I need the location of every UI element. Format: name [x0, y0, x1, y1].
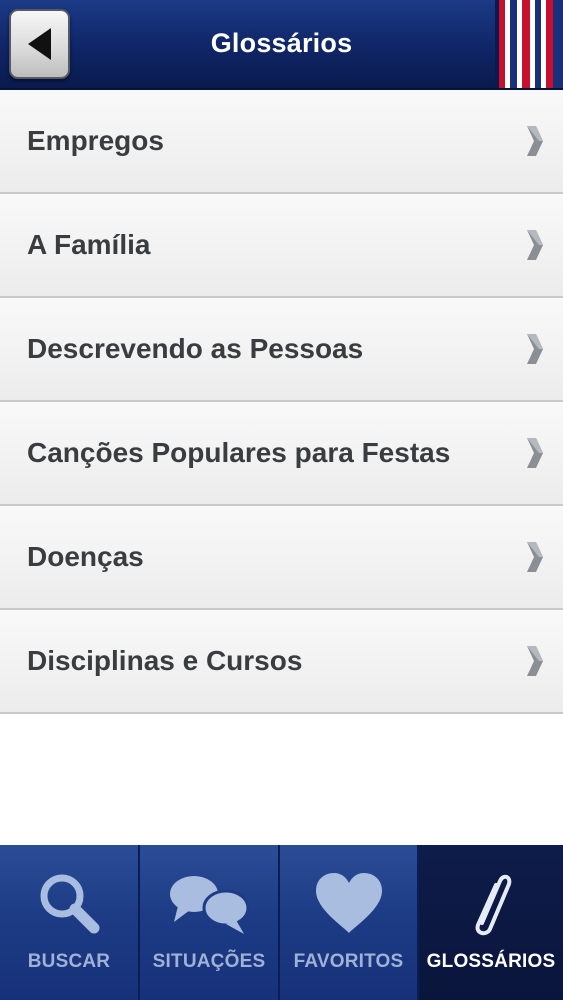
list-item-label: Descrevendo as Pessoas	[27, 333, 364, 364]
tab-label: GLOSSÁRIOS	[426, 951, 556, 972]
tab-label: FAVORITOS	[293, 951, 404, 972]
list-item-label: Doenças	[27, 541, 144, 572]
tab-label: BUSCAR	[27, 951, 111, 972]
chevron-right-icon	[527, 542, 543, 572]
list-item-label: Disciplinas e Cursos	[27, 645, 303, 676]
list-item[interactable]: Empregos	[0, 90, 563, 194]
glossary-list: Empregos A Família Descrevendo as Pessoa…	[0, 90, 563, 714]
search-icon	[40, 874, 100, 934]
tab-favoritos[interactable]: FAVORITOS	[280, 845, 419, 1000]
paperclip-icon	[475, 874, 512, 936]
app-header: Glossários	[0, 0, 563, 90]
list-item[interactable]: Disciplinas e Cursos	[0, 610, 563, 714]
list-item[interactable]: A Família	[0, 194, 563, 298]
tab-situacoes[interactable]: SITUAÇÕES	[140, 845, 280, 1000]
chevron-right-icon	[527, 126, 543, 156]
list-item[interactable]: Canções Populares para Festas	[0, 402, 563, 506]
page-title: Glossários	[210, 28, 353, 58]
list-item-label: Canções Populares para Festas	[27, 437, 451, 468]
heart-icon	[315, 873, 382, 933]
tab-label: SITUAÇÕES	[152, 951, 266, 972]
speech-bubbles-icon	[170, 876, 250, 934]
tab-buscar[interactable]: BUSCAR	[0, 845, 140, 1000]
chevron-right-icon	[527, 646, 543, 676]
list-item-label: Empregos	[27, 125, 164, 156]
chevron-right-icon	[527, 230, 543, 260]
chevron-right-icon	[527, 438, 543, 468]
list-item-label: A Família	[27, 229, 151, 260]
list-item[interactable]: Doenças	[0, 506, 563, 610]
bottom-tab-bar: BUSCAR SITUAÇÕES FAVORITOS GLOSSÁRIOS	[0, 845, 563, 1000]
tab-glossarios[interactable]: GLOSSÁRIOS	[419, 845, 563, 1000]
list-item[interactable]: Descrevendo as Pessoas	[0, 298, 563, 402]
chevron-right-icon	[527, 334, 543, 364]
